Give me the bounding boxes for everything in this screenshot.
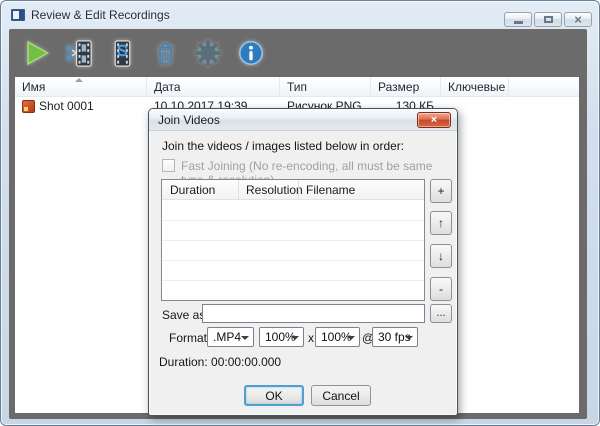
join-list-header: Duration Resolution Filename bbox=[162, 180, 424, 200]
delete-button[interactable] bbox=[150, 38, 180, 68]
column-divider bbox=[298, 180, 299, 200]
format-label: Format: bbox=[169, 331, 211, 345]
window-title: Review & Edit Recordings bbox=[31, 8, 170, 22]
column-header-size[interactable]: Размер bbox=[371, 77, 441, 97]
screen: Review & Edit Recordings × Имя Дата Тип … bbox=[0, 0, 600, 426]
sort-ascending-icon bbox=[75, 78, 83, 82]
browse-button[interactable]: ... bbox=[430, 304, 452, 323]
join-column-resolution[interactable]: Resolution bbox=[246, 183, 303, 197]
column-header-keywords[interactable]: Ключевые с... bbox=[441, 77, 509, 97]
close-button[interactable]: × bbox=[564, 12, 592, 27]
save-as-input[interactable] bbox=[202, 304, 425, 323]
maximize-icon bbox=[543, 16, 553, 23]
close-icon: × bbox=[430, 114, 438, 126]
row-line bbox=[162, 280, 424, 281]
column-header-date[interactable]: Дата bbox=[147, 77, 280, 97]
join-videos-icon bbox=[114, 39, 130, 67]
join-videos-dialog: Join Videos × Join the videos / images l… bbox=[148, 108, 458, 416]
row-name-cell: Shot 0001 bbox=[15, 99, 147, 113]
gear-icon bbox=[195, 40, 221, 66]
cut-video-button[interactable] bbox=[64, 38, 94, 68]
join-file-list[interactable]: Duration Resolution Filename bbox=[161, 179, 425, 301]
main-window: Review & Edit Recordings × Имя Дата Тип … bbox=[0, 0, 600, 426]
move-down-button[interactable]: ↓ bbox=[430, 244, 452, 268]
column-divider bbox=[238, 180, 239, 200]
info-button[interactable] bbox=[236, 38, 266, 68]
close-icon: × bbox=[574, 12, 582, 27]
row-line bbox=[162, 260, 424, 261]
play-button[interactable] bbox=[21, 38, 51, 68]
caption-buttons: × bbox=[504, 12, 592, 27]
minimize-icon bbox=[513, 20, 523, 24]
x-separator: x bbox=[308, 331, 314, 345]
column-header-type[interactable]: Тип bbox=[280, 77, 371, 97]
format-dropdown[interactable]: .MP4 bbox=[207, 327, 254, 347]
minimize-button[interactable] bbox=[504, 12, 532, 27]
row-line bbox=[162, 220, 424, 221]
fps-dropdown[interactable]: 30 fps bbox=[372, 327, 418, 347]
settings-button[interactable] bbox=[193, 38, 223, 68]
join-videos-button[interactable] bbox=[107, 38, 137, 68]
dialog-title: Join Videos bbox=[158, 112, 220, 127]
ok-button[interactable]: OK bbox=[244, 385, 304, 406]
height-percent-dropdown[interactable]: 100% bbox=[315, 327, 360, 347]
info-icon bbox=[239, 41, 263, 65]
column-header-name[interactable]: Имя bbox=[15, 77, 147, 97]
fast-joining-checkbox[interactable] bbox=[162, 159, 175, 172]
move-up-button[interactable]: ↑ bbox=[430, 211, 452, 235]
image-file-icon bbox=[22, 99, 35, 113]
play-icon bbox=[27, 40, 50, 66]
join-column-duration[interactable]: Duration bbox=[170, 183, 215, 197]
dialog-instruction: Join the videos / images listed below in… bbox=[162, 139, 405, 153]
row-line bbox=[162, 240, 424, 241]
toolbar bbox=[9, 29, 587, 77]
add-file-button[interactable]: + bbox=[430, 179, 452, 203]
join-column-filename[interactable]: Filename bbox=[306, 183, 355, 197]
dialog-titlebar[interactable]: Join Videos bbox=[149, 109, 457, 131]
list-header: Имя Дата Тип Размер Ключевые с... bbox=[15, 77, 579, 97]
cancel-button[interactable]: Cancel bbox=[311, 385, 371, 406]
trash-icon bbox=[156, 42, 174, 65]
app-icon bbox=[11, 9, 25, 21]
cut-video-icon bbox=[65, 39, 92, 67]
dialog-close-button[interactable]: × bbox=[417, 112, 451, 128]
remove-file-button[interactable]: - bbox=[430, 277, 452, 301]
width-percent-dropdown[interactable]: 100% bbox=[259, 327, 304, 347]
total-duration-text: Duration: 00:00:00.000 bbox=[159, 355, 282, 369]
column-header-filler bbox=[509, 77, 579, 97]
maximize-button[interactable] bbox=[534, 12, 562, 27]
